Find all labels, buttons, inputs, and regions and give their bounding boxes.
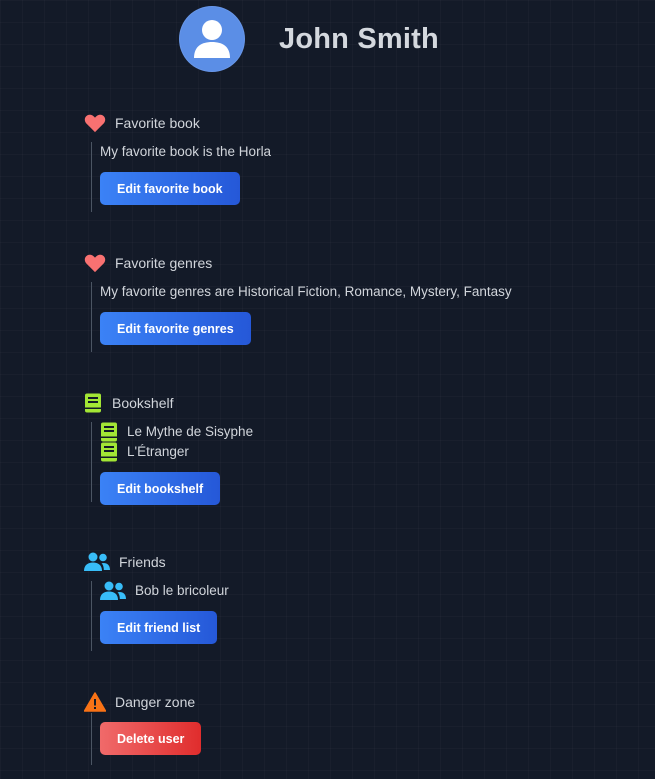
danger-zone-section: Danger zone Delete user — [84, 691, 202, 765]
heart-icon — [84, 113, 106, 133]
section-title: Danger zone — [115, 694, 196, 710]
friends-section: Friends Bob le bricoleur Edit friend lis… — [84, 551, 229, 651]
section-title: Bookshelf — [112, 395, 174, 411]
profile-header: John Smith — [179, 6, 439, 72]
user-avatar-icon — [179, 6, 245, 72]
delete-user-button[interactable]: Delete user — [100, 722, 202, 755]
favorite-book-section: Favorite book My favorite book is the Ho… — [84, 112, 271, 212]
users-icon — [84, 552, 110, 572]
book-icon — [100, 422, 118, 442]
section-title: Favorite book — [115, 115, 200, 131]
book-title: Le Mythe de Sisyphe — [127, 424, 254, 439]
list-item: L'Étranger — [100, 442, 253, 462]
list-item: Bob le bricoleur — [100, 581, 229, 601]
section-title: Friends — [119, 554, 166, 570]
section-title: Favorite genres — [115, 255, 213, 271]
favorite-genres-text: My favorite genres are Historical Fictio… — [100, 284, 512, 299]
bookshelf-section: Bookshelf Le Mythe de Sisyphe L'Étranger… — [84, 392, 253, 505]
favorite-genres-section: Favorite genres My favorite genres are H… — [84, 252, 512, 352]
edit-favorite-book-button[interactable]: Edit favorite book — [100, 172, 240, 205]
book-title: L'Étranger — [127, 444, 189, 459]
edit-friend-list-button[interactable]: Edit friend list — [100, 611, 218, 644]
warning-icon — [84, 692, 106, 712]
friend-name: Bob le bricoleur — [135, 583, 229, 598]
user-name: John Smith — [279, 22, 439, 55]
edit-favorite-genres-button[interactable]: Edit favorite genres — [100, 312, 251, 345]
book-icon — [100, 442, 118, 462]
favorite-book-text: My favorite book is the Horla — [100, 144, 272, 159]
list-item: Le Mythe de Sisyphe — [100, 422, 253, 442]
users-icon — [100, 581, 126, 601]
edit-bookshelf-button[interactable]: Edit bookshelf — [100, 472, 221, 505]
book-icon — [84, 393, 102, 413]
heart-icon — [84, 253, 106, 273]
